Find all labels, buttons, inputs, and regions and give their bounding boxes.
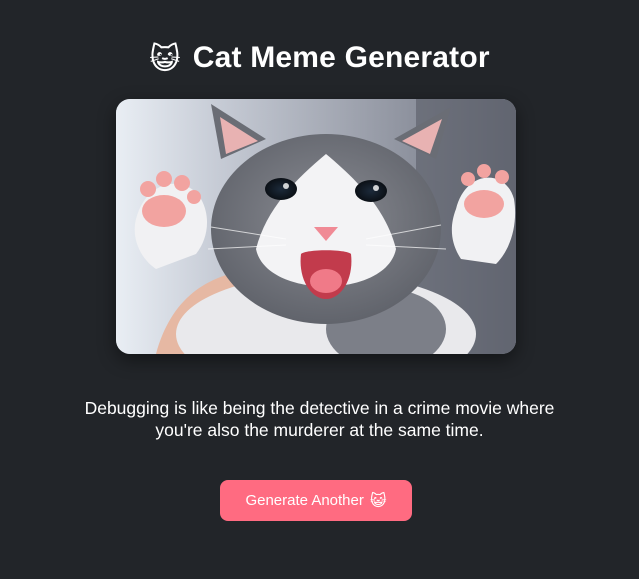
meme-image — [116, 99, 516, 354]
cat-face-icon: 😺 — [149, 43, 181, 76]
generate-another-button[interactable]: Generate Another 😺 — [220, 480, 412, 521]
generate-another-label: Generate Another — [245, 492, 364, 509]
page-title-text: Cat Meme Generator — [192, 41, 490, 74]
meme-app: 😺 Cat Meme Generator Debugging is like b… — [0, 0, 639, 579]
page-title: 😺 Cat Meme Generator — [0, 36, 639, 82]
kitten-photo — [116, 99, 516, 354]
cat-face-icon: 😺 — [369, 492, 387, 510]
meme-caption: Debugging is like being the detective in… — [84, 398, 555, 440]
